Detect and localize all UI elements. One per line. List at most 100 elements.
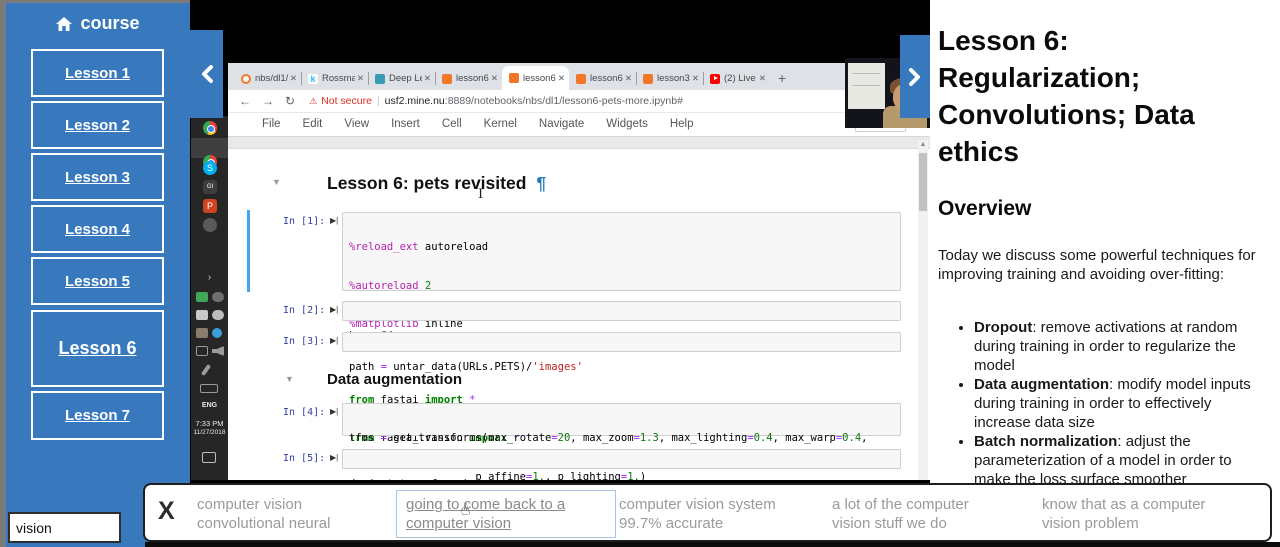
tab-close-icon[interactable]: ✕ [491,73,498,84]
tray-pen-icon[interactable] [201,364,211,376]
language-indicator[interactable]: ENG [191,402,228,409]
tray-expand-icon[interactable]: › [191,272,228,283]
back-icon[interactable]: ← [239,94,251,108]
jupyter-favicon [509,73,519,83]
tab-title: lesson6-su [590,73,623,84]
powerpoint-icon[interactable]: P [203,199,217,213]
app-dark-icon[interactable]: GI [203,180,217,194]
forward-icon[interactable]: → [262,94,274,108]
notebook-heading-2: Data augmentation [327,371,462,388]
sidebar-item-lesson-1[interactable]: Lesson 1 [31,49,164,97]
tab-lesson6-ro[interactable]: lesson6-ro ✕ [435,67,502,90]
scroll-up-icon[interactable]: ▲ [918,141,928,148]
code-cell-4[interactable]: tfms = get_transforms(max_rotate=20, max… [342,403,901,436]
tab-close-icon[interactable]: ✕ [625,73,632,84]
tray-monitor-icon[interactable] [196,346,208,356]
menu-file[interactable]: File [262,118,281,130]
tab-close-icon[interactable]: ✕ [424,73,431,84]
notification-center-icon[interactable] [202,452,216,463]
tray-app-icon[interactable] [196,328,208,338]
chevron-left-icon [201,65,213,83]
collapse-heading-icon[interactable]: ▼ [272,177,281,187]
tab-title: nbs/dl1/ [255,73,288,84]
reload-icon[interactable]: ↻ [285,94,295,108]
transcript-result-1[interactable]: computer visionconvolutional neural [197,495,330,533]
menu-view[interactable]: View [344,118,369,130]
tab-lesson6-su[interactable]: lesson6-su ✕ [569,67,636,90]
sidebar-item-lesson-5[interactable]: Lesson 5 [31,257,164,305]
tray-cloud-icon[interactable] [212,292,224,302]
transcript-search-input[interactable] [8,512,121,543]
jupyter-favicon [643,74,653,84]
new-tab-button[interactable]: + [778,70,786,86]
transcript-result-5[interactable]: know that as a computervision problem [1042,495,1205,533]
menu-widgets[interactable]: Widgets [606,118,648,130]
close-transcript-button[interactable]: X [158,497,175,526]
code-cell-5[interactable]: doc(get_transforms) [342,449,901,469]
collapse-heading-icon[interactable]: ▼ [285,374,294,384]
address-bar-path[interactable]: :8889/notebooks/nbs/dl1/lesson6-pets-mor… [445,95,683,107]
menu-insert[interactable]: Insert [391,118,420,130]
address-bar[interactable]: usf2.mine.nu [385,95,445,107]
tray-network-icon[interactable] [212,328,222,338]
sidebar-item-lesson-7[interactable]: Lesson 7 [31,391,164,440]
run-cell-icon[interactable]: ▶| [330,453,338,462]
lesson-video-player[interactable]: S GI P › ENG 7:33 PM 11/27/2018 [190,0,930,547]
chevron-right-icon [909,68,921,86]
chrome-window: nbs/dl1/ ✕ k Rossmann ✕ Deep Lear ✕ less… [228,63,930,480]
menu-cell[interactable]: Cell [442,118,462,130]
tab-close-icon[interactable]: ✕ [558,73,565,84]
transcript-result-4[interactable]: a lot of the computervision stuff we do [832,495,969,533]
tab-close-icon[interactable]: ✕ [692,73,699,84]
run-cell-icon[interactable]: ▶| [330,407,338,416]
code-cell-1[interactable]: %reload_ext autoreload %autoreload 2 %ma… [342,212,901,291]
tab-close-icon[interactable]: ✕ [357,73,364,84]
not-secure-label[interactable]: Not secure [321,95,372,107]
sidebar-collapse-button[interactable] [190,30,223,118]
tab-lesson3-ca[interactable]: lesson3-ca ✕ [636,67,703,90]
notebook-scrollbar[interactable]: ▲ [918,140,928,480]
transcript-result-3[interactable]: computer vision system99.7% accurate [619,495,776,533]
transcript-result-2-hovered[interactable]: going to come back to acomputer vision [396,490,616,538]
menu-kernel[interactable]: Kernel [484,118,517,130]
sidebar-item-lesson-6-active[interactable]: Lesson 6 [31,310,164,387]
tab-deep-learning[interactable]: Deep Lear ✕ [368,67,435,90]
tray-volume-icon[interactable] [212,346,224,356]
tab-youtube-live[interactable]: (2) Live Ev ✕ [703,67,770,90]
cell-prompt: In [4]: [283,407,325,418]
date[interactable]: 11/27/2018 [191,429,228,436]
anchor-pilcrow[interactable]: ¶ [536,173,546,193]
youtube-favicon [710,74,720,84]
touch-keyboard-icon[interactable] [200,384,218,393]
kaggle-favicon: k [308,74,318,84]
clock[interactable]: 7:33 PM [191,419,228,428]
run-cell-icon[interactable]: ▶| [330,216,338,225]
tab-close-icon[interactable]: ✕ [759,73,766,84]
scrollbar-thumb[interactable] [919,153,927,211]
tray-photos-icon[interactable] [196,310,208,320]
tab-nbs-dl1[interactable]: nbs/dl1/ ✕ [234,67,301,90]
code-cell-3[interactable]: path = untar_data(URLs.PETS)/'images' [342,332,901,352]
menu-edit[interactable]: Edit [303,118,323,130]
sidebar-item-lesson-2[interactable]: Lesson 2 [31,101,164,149]
tray-app-green-icon[interactable] [196,292,208,302]
panel-collapse-button[interactable] [900,35,930,118]
overview-heading: Overview [938,197,1031,221]
code-cell-2[interactable]: bs = 64 [342,301,901,321]
tab-close-icon[interactable]: ✕ [290,73,297,84]
tray-cloud2-icon[interactable] [212,310,224,320]
tab-title: (2) Live Ev [724,73,757,84]
skype-icon[interactable]: S [203,161,217,175]
run-cell-icon[interactable]: ▶| [330,336,338,345]
tab-rossmann[interactable]: k Rossmann ✕ [301,67,368,90]
chrome-icon[interactable] [203,121,217,135]
menu-help[interactable]: Help [670,118,694,130]
menu-navigate[interactable]: Navigate [539,118,584,130]
tab-lesson6-pets-active[interactable]: lesson6-pe ✕ [502,66,569,90]
run-cell-icon[interactable]: ▶| [330,305,338,314]
sidebar-item-lesson-4[interactable]: Lesson 4 [31,205,164,253]
steam-icon[interactable] [203,218,217,232]
jupyter-favicon [576,74,586,84]
sidebar-item-lesson-3[interactable]: Lesson 3 [31,153,164,201]
course-sidebar: course Lesson 1 Lesson 2 Lesson 3 Lesson… [6,3,190,547]
